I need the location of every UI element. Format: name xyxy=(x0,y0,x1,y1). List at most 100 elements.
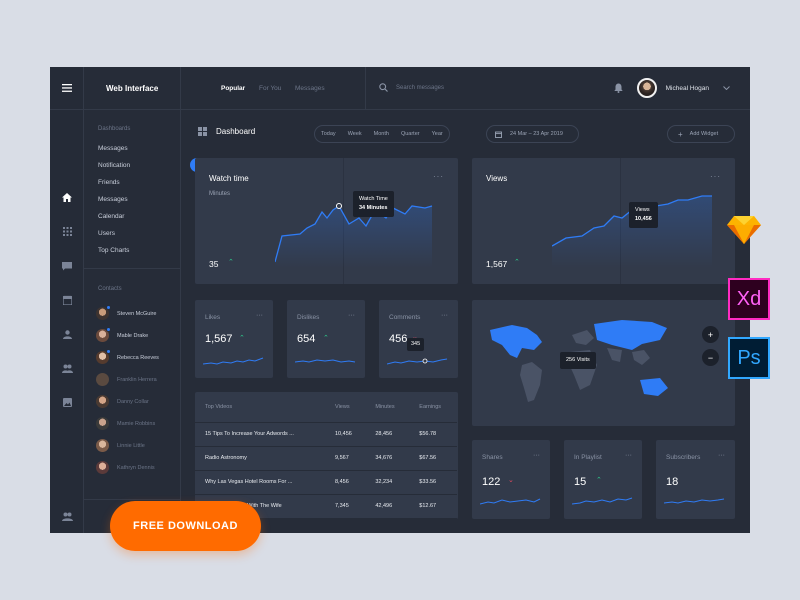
trend-down-icon: ⌄ xyxy=(508,477,514,484)
avatar xyxy=(96,417,109,430)
tab-messages[interactable]: Messages xyxy=(295,85,325,92)
contact-name: Steven McGuire xyxy=(117,310,157,317)
sidebar-item-messages-2[interactable]: Messages xyxy=(98,196,128,203)
period-today[interactable]: Today xyxy=(315,131,342,137)
online-indicator xyxy=(106,327,111,332)
likes-value: 1,567 xyxy=(205,333,233,345)
sidebar-item-friends[interactable]: Friends xyxy=(98,179,120,186)
more-icon[interactable]: ··· xyxy=(441,312,448,319)
column-header: Top Videos xyxy=(195,392,325,423)
more-icon[interactable]: ··· xyxy=(433,172,444,181)
more-icon[interactable]: ··· xyxy=(718,452,725,459)
avatar xyxy=(96,461,109,474)
map-tooltip: 256 Visits xyxy=(560,352,596,369)
contact-item[interactable]: Linnie Little xyxy=(96,439,145,452)
shares-value: 122 xyxy=(482,476,501,488)
dashboard-icon xyxy=(198,127,207,136)
video-minutes: 34,676 xyxy=(365,446,410,471)
more-icon[interactable]: ··· xyxy=(710,172,721,181)
sidebar-item-top-charts[interactable]: Top Charts xyxy=(98,247,129,254)
card-title: Watch time xyxy=(209,174,249,183)
plus-icon: + xyxy=(678,129,683,139)
card-subtitle: Minutes xyxy=(209,191,231,197)
chart-tooltip: 345 xyxy=(407,338,425,351)
period-quarter[interactable]: Quarter xyxy=(395,131,426,137)
grid-icon[interactable] xyxy=(61,225,73,237)
search-input[interactable]: Search messages xyxy=(396,85,444,91)
home-icon[interactable] xyxy=(61,191,73,203)
sidebar-item-messages[interactable]: Messages xyxy=(98,145,128,152)
app-window: Web Interface Dashboards Messages Notifi… xyxy=(50,67,750,533)
contact-item[interactable]: Mamie Robbins xyxy=(96,417,155,430)
playlist-sparkline xyxy=(572,497,633,505)
period-year[interactable]: Year xyxy=(426,131,449,137)
avatar xyxy=(96,395,109,408)
video-minutes: 32,234 xyxy=(365,470,410,495)
section-contacts: Contacts xyxy=(98,286,122,292)
users-icon[interactable] xyxy=(61,362,73,374)
contact-item[interactable]: Kathryn Dennis xyxy=(96,461,155,474)
contact-name: Franklin Herrera xyxy=(117,376,157,383)
table-row[interactable]: Radio Astronomy 9,567 34,676 $67.56 xyxy=(195,446,457,471)
video-earnings: $56.78 xyxy=(409,422,457,447)
date-range-picker[interactable]: 24 Mar – 23 Apr 2019 xyxy=(486,125,579,143)
section-dashboards: Dashboards xyxy=(98,126,131,132)
main-content: Dashboard Today Week Month Quarter Year … xyxy=(181,110,750,533)
contact-name: Mable Drake xyxy=(117,332,149,339)
avatar[interactable] xyxy=(636,78,657,98)
table-row[interactable]: Why Las Vegas Hotel Rooms For ... 8,456 … xyxy=(195,470,457,495)
contact-item[interactable]: Steven McGuire xyxy=(96,305,157,320)
icon-rail xyxy=(50,67,84,533)
dislikes-sparkline xyxy=(295,359,356,363)
chat-icon[interactable] xyxy=(61,260,73,272)
video-title: Radio Astronomy xyxy=(195,446,325,471)
add-widget-button[interactable]: + Add Widget xyxy=(667,125,735,143)
card-title: In Playlist xyxy=(574,454,602,461)
trend-up-icon: ⌃ xyxy=(228,259,234,266)
calendar-icon[interactable] xyxy=(61,294,73,306)
more-icon[interactable]: ··· xyxy=(625,452,632,459)
contact-name: Rebecca Reeves xyxy=(117,354,159,361)
chevron-down-icon[interactable] xyxy=(723,86,730,90)
card-title: Dislikes xyxy=(297,314,320,321)
card-title: Views xyxy=(486,174,508,183)
contact-item[interactable]: Mable Drake xyxy=(96,327,149,342)
menu-icon[interactable] xyxy=(50,67,84,110)
search-box[interactable]: Search messages xyxy=(379,83,444,92)
tab-for-you[interactable]: For You xyxy=(259,85,281,92)
image-icon[interactable] xyxy=(61,396,73,408)
views-card: Views ··· Views 10,456 1,567 ⌃ xyxy=(472,158,735,284)
sidebar-bottom-divider xyxy=(84,499,181,500)
more-icon[interactable]: ··· xyxy=(348,312,355,319)
table-header-row: Top Videos Views Minutes Earnings xyxy=(195,392,457,423)
team-icon[interactable] xyxy=(61,510,73,522)
contact-item[interactable]: Rebecca Reeves xyxy=(96,349,159,364)
sidebar-item-notification[interactable]: Notification xyxy=(98,162,130,169)
more-icon[interactable]: ··· xyxy=(533,452,540,459)
free-download-button[interactable]: FREE DOWNLOAD xyxy=(110,501,261,551)
sidebar-item-users[interactable]: Users xyxy=(98,230,115,237)
sidebar: Web Interface Dashboards Messages Notifi… xyxy=(84,67,204,533)
zoom-out-button[interactable]: − xyxy=(702,349,719,366)
user-menu[interactable]: Micheal Hogan xyxy=(613,78,730,98)
video-views: 10,456 xyxy=(325,422,366,447)
avatar xyxy=(96,373,109,386)
zoom-in-button[interactable]: + xyxy=(702,326,719,343)
card-title: Subscribers xyxy=(666,454,701,461)
contact-item[interactable]: Danny Collar xyxy=(96,395,149,408)
tooltip-label: Views xyxy=(635,207,650,213)
contact-item[interactable]: Franklin Herrera xyxy=(96,373,157,386)
period-selector: Today Week Month Quarter Year xyxy=(314,125,450,143)
likes-card: Likes ··· 1,567 ⌃ xyxy=(195,300,273,378)
more-icon[interactable]: ··· xyxy=(256,312,263,319)
user-icon[interactable] xyxy=(61,328,73,340)
table-row[interactable]: 15 Tips To Increase Your Adwords ... 10,… xyxy=(195,422,457,447)
sidebar-item-calendar[interactable]: Calendar xyxy=(98,213,124,220)
period-month[interactable]: Month xyxy=(368,131,395,137)
shares-card: Shares ··· 122 ⌄ xyxy=(472,440,550,519)
bell-icon[interactable] xyxy=(613,83,623,93)
trend-up-icon: ⌃ xyxy=(514,259,520,266)
calendar-icon xyxy=(495,131,502,138)
period-week[interactable]: Week xyxy=(342,131,368,137)
tab-popular[interactable]: Popular xyxy=(221,85,245,92)
